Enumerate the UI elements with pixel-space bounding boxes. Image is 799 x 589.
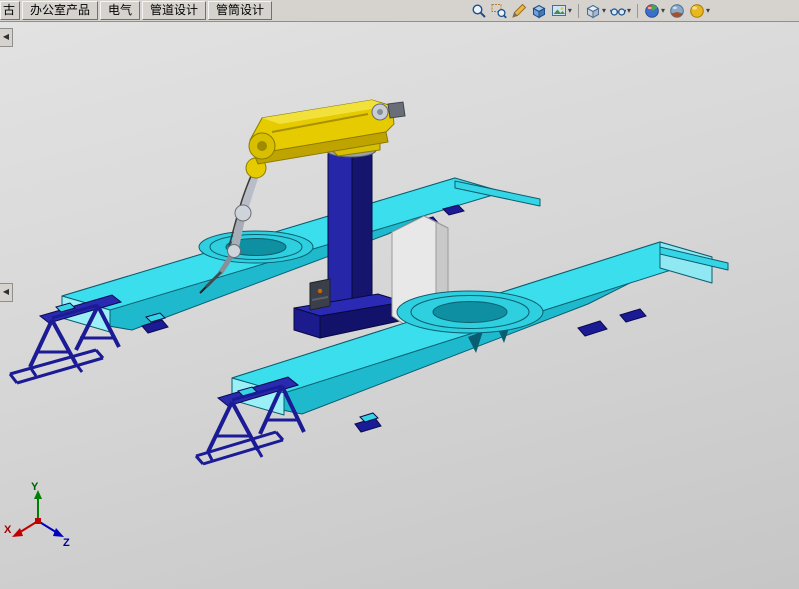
robot-boom[interactable] [249,100,405,164]
chevron-down-icon[interactable]: ▾ [602,2,606,20]
3d-model-canvas[interactable]: Y X Z [0,21,799,589]
apply-scene-icon [669,3,685,19]
tab-partial[interactable]: 古 [0,1,20,20]
orientation-triad: Y X Z [4,481,70,549]
triad-z-label: Z [63,537,70,549]
collapse-panel-button-middle[interactable]: ◀ [0,283,13,302]
chevron-down-icon[interactable]: ▾ [627,2,631,20]
view-orientation-icon [531,3,547,19]
column-mounted-device[interactable] [310,279,330,310]
triad-z-arrow [53,528,64,537]
graphics-viewport[interactable]: ◀ ◀ [0,21,799,589]
collapse-panel-button-top[interactable]: ◀ [0,28,13,47]
tab-tubing-design[interactable]: 管筒设计 [208,1,272,20]
tab-electrical[interactable]: 电气 [100,1,140,20]
tab-office-products[interactable]: 办公室产品 [22,1,98,20]
tab-piping-design[interactable]: 管道设计 [142,1,206,20]
view-settings-icon [689,3,705,19]
zoom-to-area-button[interactable] [490,2,508,20]
pencil-tool-icon [511,3,527,19]
edit-appearance-button[interactable]: ▾ [643,2,666,20]
display-style-icon [585,3,601,19]
apply-scene-button[interactable] [668,2,686,20]
view-settings-button[interactable]: ▾ [688,2,711,20]
toolbar-separator [578,4,579,18]
display-style-button[interactable]: ▾ [584,2,607,20]
zoom-to-fit-icon [471,3,487,19]
hide-show-items-icon [610,3,626,19]
view-orientation-button[interactable] [530,2,548,20]
toolbar-separator [637,4,638,18]
zoom-to-fit-button[interactable] [470,2,488,20]
standard-views-button[interactable]: ▾ [550,2,573,20]
hide-show-items-button[interactable]: ▾ [609,2,632,20]
triad-x-arrow [12,528,23,537]
triad-x-label: X [4,524,12,536]
view-toolbar: ▾ ▾ ▾ ▾ ▾ [470,1,711,20]
zoom-to-area-icon [491,3,507,19]
pencil-tool-button[interactable] [510,2,528,20]
standard-views-icon [551,3,567,19]
chevron-down-icon[interactable]: ▾ [568,2,572,20]
triad-y-label: Y [31,481,39,493]
edit-appearance-icon [644,3,660,19]
command-manager-toolbar: 古 办公室产品 电气 管道设计 管筒设计 ▾ ▾ ▾ [0,0,799,22]
chevron-down-icon[interactable]: ▾ [706,2,710,20]
triad-origin [35,518,41,524]
chevron-down-icon[interactable]: ▾ [661,2,665,20]
